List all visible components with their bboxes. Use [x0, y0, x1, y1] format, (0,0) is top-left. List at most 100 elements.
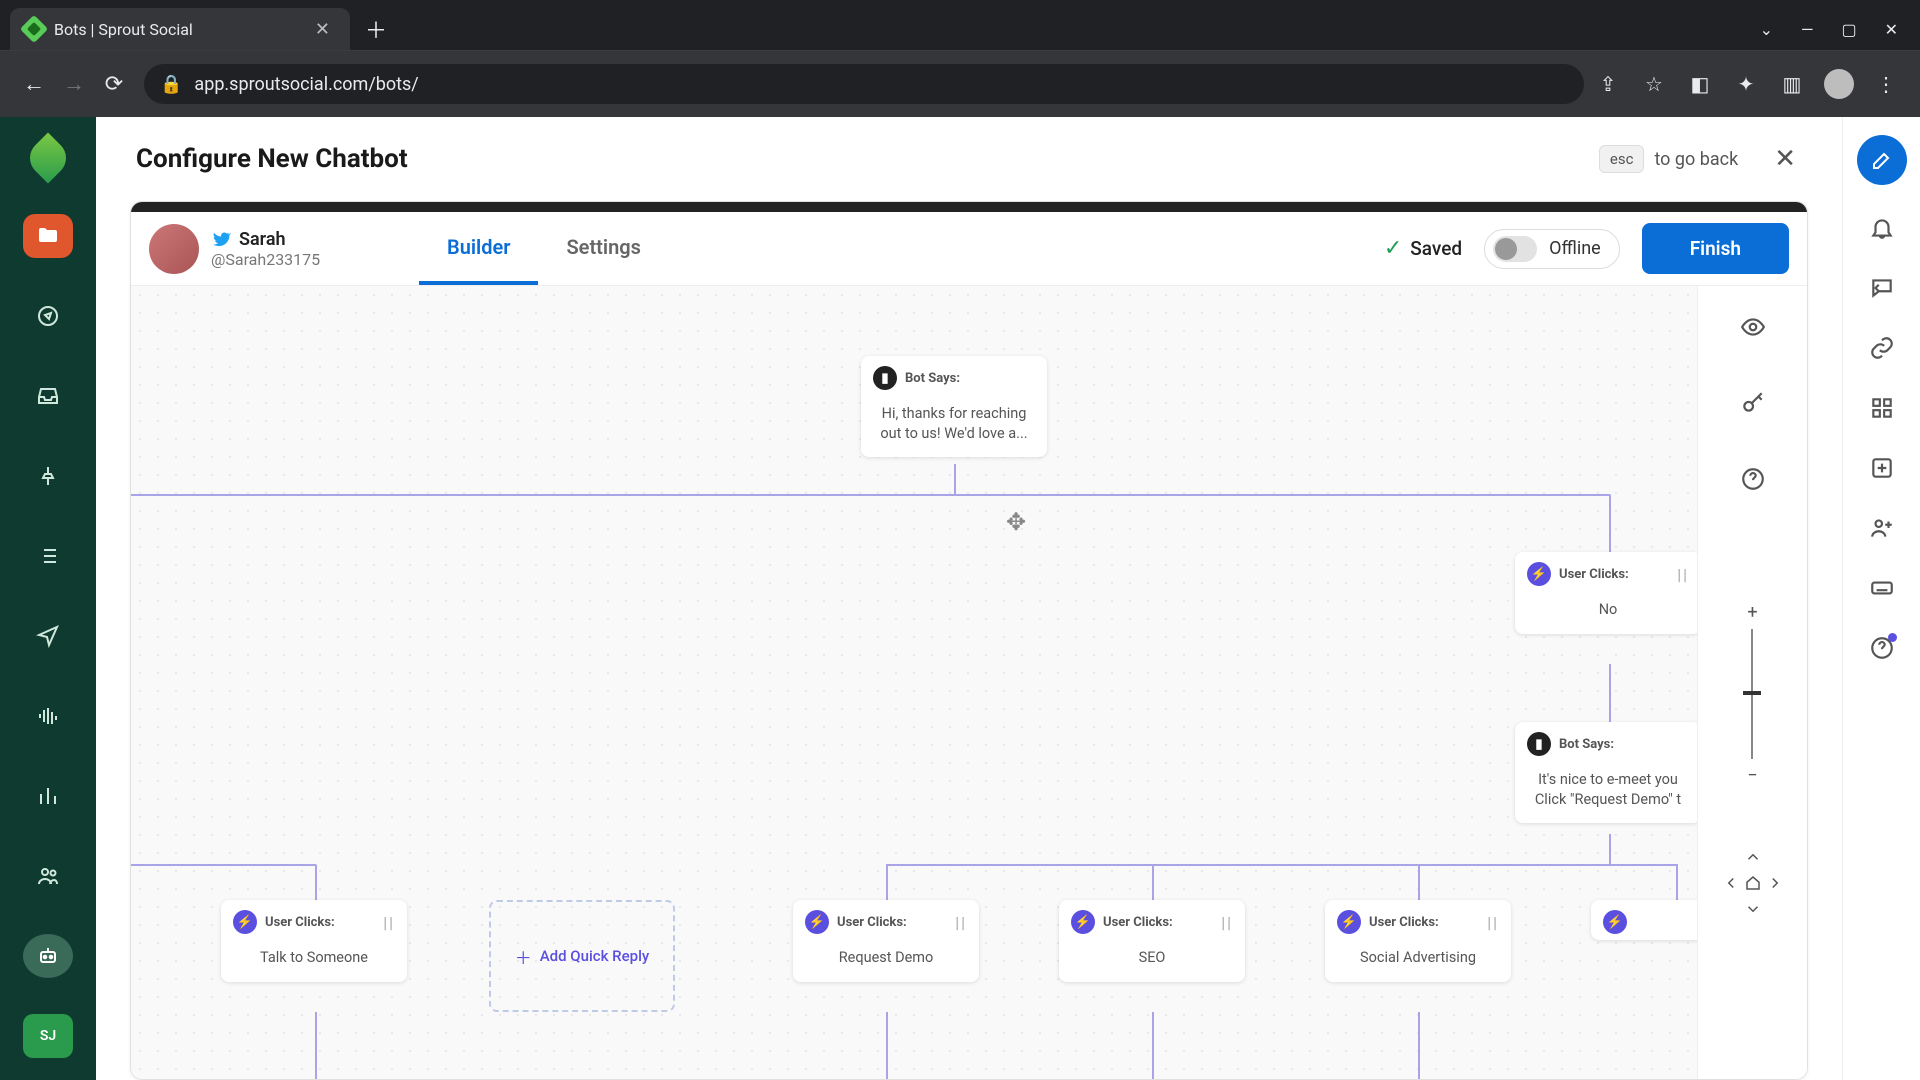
- profile-avatar-icon[interactable]: [1824, 69, 1854, 99]
- finish-button[interactable]: Finish: [1642, 223, 1789, 274]
- preview-button[interactable]: [1740, 314, 1766, 344]
- zoom-slider[interactable]: + −: [1747, 602, 1757, 786]
- forward-button[interactable]: →: [54, 64, 94, 104]
- pin-icon: [36, 464, 60, 488]
- pan-right-icon[interactable]: [1766, 874, 1784, 896]
- esc-hint: esc to go back: [1599, 145, 1738, 173]
- star-icon[interactable]: ☆: [1640, 70, 1668, 98]
- builder-canvas[interactable]: ▮ Bot Says: Hi, thanks for reaching out …: [131, 286, 1807, 1079]
- connector: [1609, 494, 1611, 552]
- connector: [886, 864, 888, 900]
- browser-tab[interactable]: Bots | Sprout Social ✕: [10, 8, 350, 50]
- pan-home-icon[interactable]: [1744, 874, 1762, 896]
- tab-close-icon[interactable]: ✕: [309, 17, 336, 42]
- zoom-thumb[interactable]: [1743, 691, 1761, 695]
- node-user-no[interactable]: ⚡ User Clicks: || No: [1515, 552, 1701, 634]
- bot-badge-icon: ▮: [1527, 732, 1551, 756]
- node-body: No: [1515, 592, 1701, 634]
- back-button[interactable]: ←: [14, 64, 54, 104]
- extension-icon[interactable]: ◧: [1686, 70, 1714, 98]
- plus-square-icon: [1869, 455, 1895, 481]
- caret-down-icon[interactable]: ⌄: [1760, 20, 1773, 39]
- pan-up-icon[interactable]: [1744, 848, 1762, 870]
- puzzle-icon[interactable]: ✦: [1732, 70, 1760, 98]
- reload-button[interactable]: ⟳: [94, 64, 134, 104]
- people-icon: [36, 864, 60, 888]
- node-label: User Clicks:: [1369, 915, 1439, 930]
- keyboard-icon: [1869, 575, 1895, 601]
- sidebar-item-send[interactable]: [23, 614, 73, 658]
- node-user-seo[interactable]: ⚡ User Clicks: || SEO: [1059, 900, 1245, 982]
- right-keyboard[interactable]: [1869, 575, 1895, 605]
- node-bot-root[interactable]: ▮ Bot Says: Hi, thanks for reaching out …: [861, 356, 1047, 457]
- connector: [131, 864, 315, 866]
- node-body: Hi, thanks for reaching out to us! We'd …: [861, 396, 1047, 457]
- sidepanel-icon[interactable]: ▥: [1778, 70, 1806, 98]
- connector: [886, 1012, 888, 1079]
- grip-icon[interactable]: ||: [1677, 565, 1689, 584]
- tab-settings[interactable]: Settings: [538, 212, 668, 285]
- connector: [1152, 864, 1154, 900]
- sidebar-item-people[interactable]: [23, 854, 73, 898]
- compose-button[interactable]: [1857, 135, 1907, 185]
- node-add-quick-reply[interactable]: ＋ Add Quick Reply: [489, 900, 675, 1012]
- sidebar-item-compass[interactable]: [23, 294, 73, 338]
- zoom-track[interactable]: [1751, 629, 1753, 759]
- connector: [886, 864, 1676, 866]
- key-button[interactable]: [1740, 390, 1766, 420]
- right-add[interactable]: [1869, 455, 1895, 485]
- user-initials: SJ: [40, 1028, 56, 1044]
- sprout-logo[interactable]: [26, 139, 70, 178]
- help-button[interactable]: [1740, 466, 1766, 496]
- addr-right: ⇪ ☆ ◧ ✦ ▥ ⋮: [1594, 69, 1906, 99]
- grip-icon[interactable]: ||: [1487, 913, 1499, 932]
- zoom-in-icon[interactable]: +: [1747, 602, 1757, 623]
- url-text: app.sproutsocial.com/bots/: [194, 74, 418, 95]
- sidebar-item-pin[interactable]: [23, 454, 73, 498]
- pan-down-icon[interactable]: [1744, 900, 1762, 922]
- reply-bubble-icon: [1869, 275, 1895, 301]
- grip-icon[interactable]: ||: [955, 913, 967, 932]
- right-reply[interactable]: [1869, 275, 1895, 305]
- sidebar-item-audio[interactable]: [23, 694, 73, 738]
- node-user-demo[interactable]: ⚡ User Clicks: || Request Demo: [793, 900, 979, 982]
- tab-builder[interactable]: Builder: [419, 212, 538, 285]
- add-quick-reply-label: Add Quick Reply: [540, 947, 650, 965]
- share-icon[interactable]: ⇪: [1594, 70, 1622, 98]
- header-right: ✓ Saved Offline Finish: [1384, 223, 1789, 274]
- kebab-menu-icon[interactable]: ⋮: [1872, 70, 1900, 98]
- sidebar-item-chart[interactable]: [23, 774, 73, 818]
- sidebar-item-folder[interactable]: [23, 214, 73, 258]
- right-link[interactable]: [1869, 335, 1895, 365]
- click-badge-icon: ⚡: [1337, 910, 1361, 934]
- right-grid[interactable]: [1869, 395, 1895, 425]
- right-bell[interactable]: [1869, 215, 1895, 245]
- maximize-icon[interactable]: ▢: [1841, 20, 1856, 39]
- offline-toggle-chip[interactable]: Offline: [1484, 229, 1620, 269]
- toggle-switch[interactable]: [1493, 236, 1537, 262]
- omnibox[interactable]: 🔒 app.sproutsocial.com/bots/: [144, 64, 1584, 104]
- saved-label: Saved: [1410, 237, 1462, 260]
- node-user-talk[interactable]: ⚡ User Clicks: || Talk to Someone: [221, 900, 407, 982]
- right-help[interactable]: [1869, 635, 1895, 665]
- close-page-button[interactable]: ✕: [1768, 138, 1802, 180]
- right-add-people[interactable]: [1869, 515, 1895, 545]
- node-user-social[interactable]: ⚡ User Clicks: || Social Advertising: [1325, 900, 1511, 982]
- sidebar-item-user-badge[interactable]: SJ: [23, 1014, 73, 1058]
- zoom-out-icon[interactable]: −: [1747, 765, 1757, 786]
- click-badge-icon: ⚡: [805, 910, 829, 934]
- node-bot-followup[interactable]: ▮ Bot Says: It's nice to e-meet you Clic…: [1515, 722, 1701, 823]
- grip-icon[interactable]: ||: [383, 913, 395, 932]
- grip-icon[interactable]: ||: [1221, 913, 1233, 932]
- window-close-icon[interactable]: ✕: [1885, 20, 1898, 39]
- pan-left-icon[interactable]: [1722, 874, 1740, 896]
- sidebar-item-list[interactable]: [23, 534, 73, 578]
- sidebar-item-inbox[interactable]: [23, 374, 73, 418]
- minimize-icon[interactable]: —: [1801, 20, 1814, 39]
- sidebar-item-bot[interactable]: [23, 934, 73, 978]
- new-tab-button[interactable]: ＋: [358, 11, 394, 47]
- connector: [1609, 664, 1611, 722]
- bot-badge-icon: ▮: [873, 366, 897, 390]
- compose-icon: [1870, 148, 1894, 172]
- plus-icon: ＋: [515, 944, 532, 969]
